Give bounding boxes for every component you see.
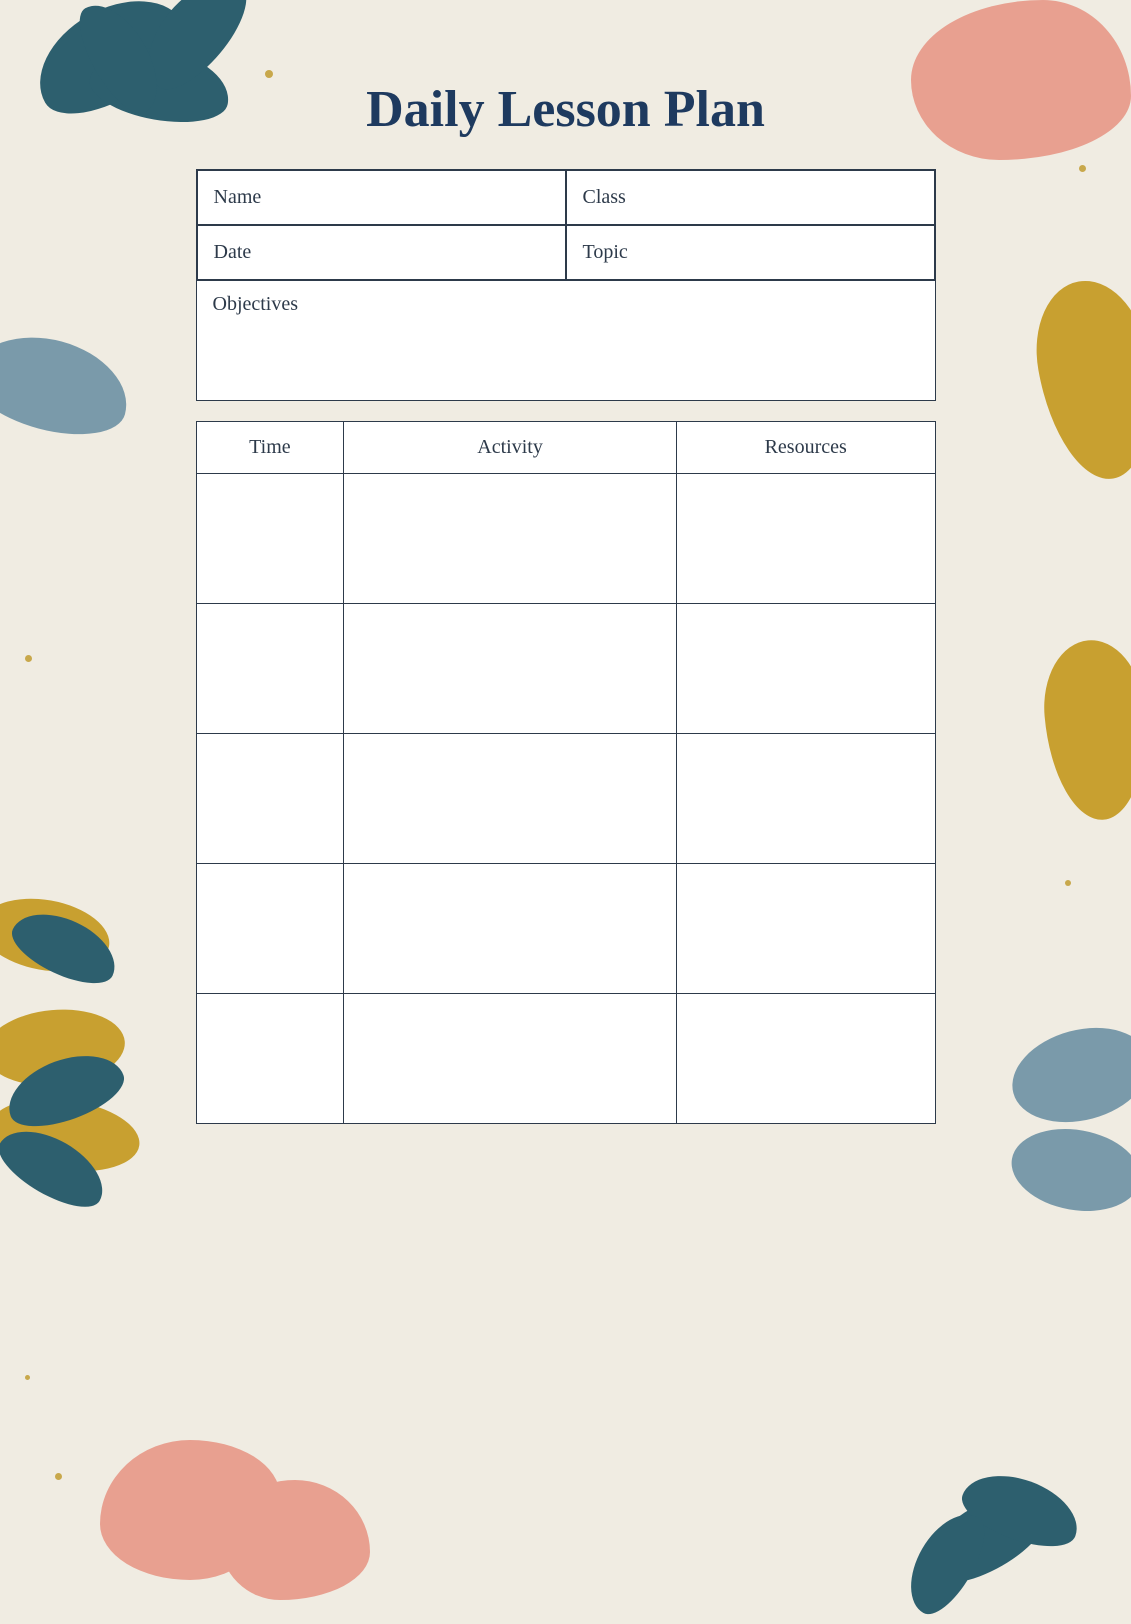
deco-blob [0,1090,144,1180]
activity-cell[interactable] [344,474,677,604]
deco-leaf [18,0,202,134]
form-grid: Name Class Date Topic [196,169,936,281]
deco-blob [1024,272,1131,488]
table-row [196,734,935,864]
deco-blob [0,321,139,449]
activity-cell[interactable] [344,994,677,1124]
deco-dot [25,1375,30,1380]
deco-leaf [0,1041,132,1138]
time-cell[interactable] [196,864,344,994]
table-row [196,864,935,994]
table-row [196,994,935,1124]
deco-leaf [913,1477,1058,1598]
deco-blob [0,889,115,981]
deco-blob [911,0,1131,160]
deco-leaf [4,899,127,995]
deco-blob [1005,1119,1131,1220]
deco-dot [25,655,32,662]
resources-cell[interactable] [676,474,935,604]
deco-leaf [895,1501,998,1624]
topic-field[interactable]: Topic [566,225,935,280]
deco-blob [1038,636,1131,824]
table-row [196,474,935,604]
col-activity: Activity [344,422,677,474]
deco-dot [1050,1509,1056,1515]
activity-cell[interactable] [344,734,677,864]
resources-cell[interactable] [676,734,935,864]
table-row [196,604,935,734]
activity-cell[interactable] [344,864,677,994]
resources-cell[interactable] [676,604,935,734]
page-title: Daily Lesson Plan [196,80,936,139]
deco-dot [1100,420,1106,426]
time-cell[interactable] [196,734,344,864]
deco-dot [1064,1050,1069,1055]
activity-cell[interactable] [344,604,677,734]
deco-blob [220,1480,370,1600]
resources-cell[interactable] [676,994,935,1124]
name-field[interactable]: Name [197,170,566,225]
deco-dot [1065,880,1071,886]
time-cell[interactable] [196,994,344,1124]
deco-leaf [0,1115,116,1220]
deco-leaf [954,1461,1087,1558]
col-time: Time [196,422,344,474]
date-field[interactable]: Date [197,225,566,280]
class-field[interactable]: Class [566,170,935,225]
page-content: Daily Lesson Plan Name Class Date Topic … [196,0,936,1124]
resources-cell[interactable] [676,864,935,994]
col-resources: Resources [676,422,935,474]
time-cell[interactable] [196,604,344,734]
deco-blob [0,1004,128,1091]
deco-blob [1002,1013,1131,1136]
objectives-field[interactable]: Objectives [196,281,936,401]
deco-dot [55,1473,62,1480]
lesson-table: Time Activity Resources [196,421,936,1124]
deco-blob [100,1440,280,1580]
deco-dot [1079,165,1086,172]
deco-leaf [66,0,174,123]
time-cell[interactable] [196,474,344,604]
